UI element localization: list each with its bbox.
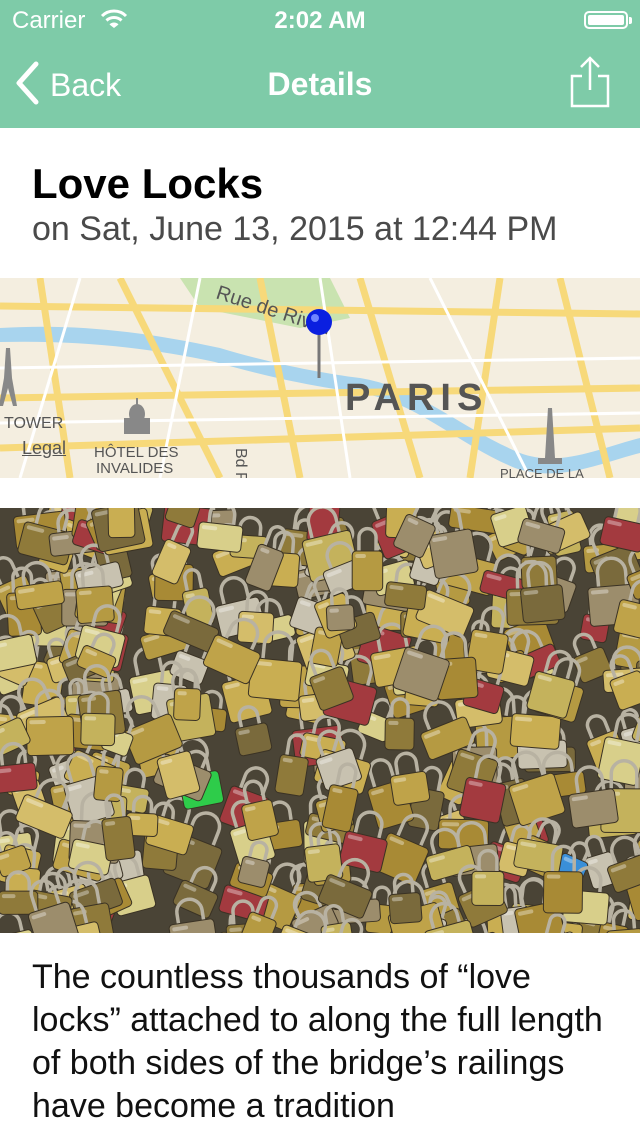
map-legal-link[interactable]: Legal [22,438,66,459]
entry-datetime: on Sat, June 13, 2015 at 12:44 PM [32,210,558,248]
map-graphic: Rue de Rivoli PARIS TOWER HÔTEL DES INVA… [0,278,640,478]
page-title: Details [267,66,373,102]
map-label-city: PARIS [345,377,488,419]
status-time: 2:02 AM [274,7,366,34]
share-icon [568,56,612,112]
entry-photo [0,508,640,933]
map-label-invalides-2: INVALIDES [96,460,173,477]
entry-description: The countless thousands of “love locks” … [32,958,603,1125]
map-label-boulevard: Bd R [232,448,249,478]
status-bar: Carrier 2:02 AM [0,0,640,40]
navigation-bar: Carrier 2:02 AM Back Details [0,0,640,128]
map-label-place: PLACE DE LA [500,466,584,478]
share-button[interactable] [568,56,612,108]
map-label-invalides-1: HÔTEL DES [94,444,178,461]
entry-title: Love Locks [32,160,264,207]
battery-icon [584,11,632,29]
love-locks-image [0,508,640,933]
map-view[interactable]: Rue de Rivoli PARIS TOWER HÔTEL DES INVA… [0,278,640,478]
map-label-tower: TOWER [4,415,63,432]
